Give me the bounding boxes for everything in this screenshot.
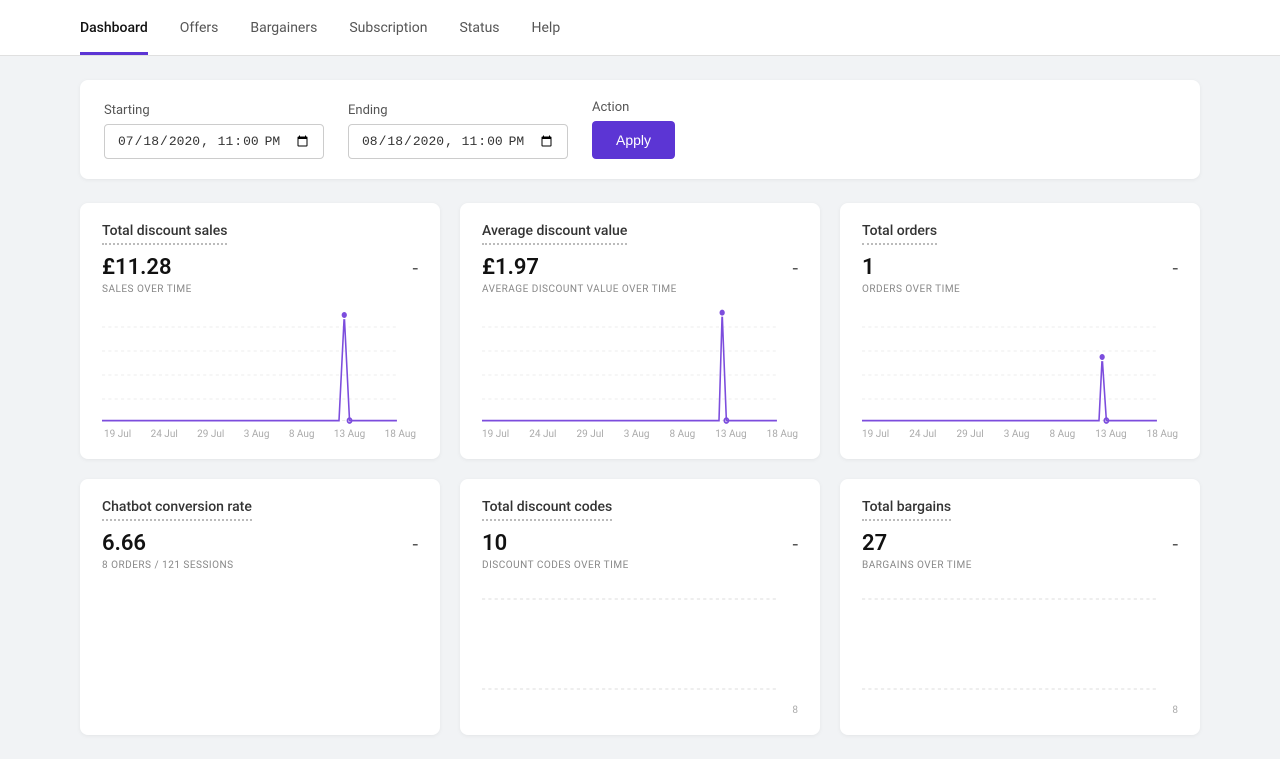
action-filter-group: Action Apply	[592, 100, 675, 159]
x-label-avg-6: 18 Aug	[767, 429, 798, 440]
card-title-chatbot-conversion-rate: Chatbot conversion rate	[102, 499, 252, 521]
y-label-bargains: 8	[1172, 705, 1178, 716]
nav-tabs: Dashboard Offers Bargainers Subscription…	[80, 0, 1200, 55]
card-total-bargains: Total bargains 27 - BARGAINS OVER TIME 8	[840, 479, 1200, 735]
x-label-avg-3: 3 Aug	[624, 429, 650, 440]
apply-button[interactable]: Apply	[592, 121, 675, 159]
starting-input[interactable]	[104, 124, 324, 159]
card-value-chatbot-conversion-rate: 6.66	[102, 531, 146, 556]
filter-card: Starting Ending Action Apply	[80, 80, 1200, 179]
card-dash-total-bargains[interactable]: -	[1172, 532, 1178, 556]
card-value-total-discount-sales: £11.28	[102, 255, 172, 280]
tab-subscription[interactable]: Subscription	[349, 0, 427, 55]
chart-area-average-discount-value: 19 Jul 24 Jul 29 Jul 3 Aug 8 Aug 13 Aug …	[482, 303, 798, 443]
card-subtitle-chatbot-conversion-rate: 8 ORDERS / 121 SESSIONS	[102, 560, 418, 571]
card-total-orders: Total orders 1 - ORDERS OVER TIME	[840, 203, 1200, 459]
card-title-total-orders: Total orders	[862, 223, 937, 245]
chart-area-total-bargains: 8	[862, 579, 1178, 719]
main-content: Starting Ending Action Apply Total disco…	[0, 56, 1280, 759]
chart-area-total-discount-sales: 19 Jul 24 Jul 29 Jul 3 Aug 8 Aug 13 Aug …	[102, 303, 418, 443]
x-label-ord-2: 29 Jul	[957, 429, 984, 440]
card-dash-total-discount-sales[interactable]: -	[412, 256, 418, 280]
ending-input[interactable]	[348, 124, 568, 159]
tab-dashboard[interactable]: Dashboard	[80, 0, 148, 55]
card-average-discount-value: Average discount value £1.97 - AVERAGE D…	[460, 203, 820, 459]
x-label-2: 29 Jul	[197, 429, 224, 440]
chart-svg-total-discount-sales	[102, 303, 418, 423]
card-dash-total-orders[interactable]: -	[1172, 256, 1178, 280]
card-subtitle-average-discount-value: AVERAGE DISCOUNT VALUE OVER TIME	[482, 284, 798, 295]
x-label-5: 13 Aug	[334, 429, 365, 440]
chart-svg-total-orders	[862, 303, 1178, 423]
x-label-avg-1: 24 Jul	[529, 429, 556, 440]
tab-help[interactable]: Help	[532, 0, 561, 55]
card-value-average-discount-value: £1.97	[482, 255, 539, 280]
x-label-ord-3: 3 Aug	[1004, 429, 1030, 440]
x-label-avg-2: 29 Jul	[577, 429, 604, 440]
card-subtitle-total-orders: ORDERS OVER TIME	[862, 284, 1178, 295]
x-label-4: 8 Aug	[289, 429, 315, 440]
x-label-ord-0: 19 Jul	[862, 429, 889, 440]
y-label-codes: 8	[792, 705, 798, 716]
x-label-3: 3 Aug	[244, 429, 270, 440]
card-value-total-bargains: 27	[862, 531, 887, 556]
cards-grid: Total discount sales £11.28 - SALES OVER…	[80, 203, 1200, 735]
x-label-avg-5: 13 Aug	[715, 429, 746, 440]
card-total-discount-codes: Total discount codes 10 - DISCOUNT CODES…	[460, 479, 820, 735]
card-value-total-orders: 1	[862, 255, 875, 280]
starting-filter-group: Starting	[104, 103, 324, 159]
x-label-avg-0: 19 Jul	[482, 429, 509, 440]
x-label-ord-4: 8 Aug	[1050, 429, 1076, 440]
ending-filter-group: Ending	[348, 103, 568, 159]
action-label: Action	[592, 100, 675, 115]
chart-area-total-orders: 19 Jul 24 Jul 29 Jul 3 Aug 8 Aug 13 Aug …	[862, 303, 1178, 443]
x-label-1: 24 Jul	[151, 429, 178, 440]
tab-bargainers[interactable]: Bargainers	[250, 0, 317, 55]
starting-label: Starting	[104, 103, 324, 118]
card-title-total-bargains: Total bargains	[862, 499, 951, 521]
chart-svg-total-bargains	[862, 579, 1178, 699]
card-total-discount-sales: Total discount sales £11.28 - SALES OVER…	[80, 203, 440, 459]
card-dash-chatbot-conversion-rate[interactable]: -	[412, 532, 418, 556]
chart-area-total-discount-codes: 8	[482, 579, 798, 719]
card-title-total-discount-sales: Total discount sales	[102, 223, 227, 245]
card-subtitle-total-discount-sales: SALES OVER TIME	[102, 284, 418, 295]
card-title-total-discount-codes: Total discount codes	[482, 499, 612, 521]
card-title-average-discount-value: Average discount value	[482, 223, 627, 245]
x-label-ord-5: 13 Aug	[1095, 429, 1126, 440]
x-label-6: 18 Aug	[385, 429, 416, 440]
chart-svg-average-discount-value	[482, 303, 798, 423]
card-value-total-discount-codes: 10	[482, 531, 507, 556]
tab-offers[interactable]: Offers	[180, 0, 219, 55]
x-label-ord-1: 24 Jul	[909, 429, 936, 440]
tab-status[interactable]: Status	[459, 0, 499, 55]
card-dash-average-discount-value[interactable]: -	[792, 256, 798, 280]
x-label-0: 19 Jul	[104, 429, 131, 440]
top-navigation: Dashboard Offers Bargainers Subscription…	[0, 0, 1280, 56]
card-subtitle-total-discount-codes: DISCOUNT CODES OVER TIME	[482, 560, 798, 571]
card-dash-total-discount-codes[interactable]: -	[792, 532, 798, 556]
card-subtitle-total-bargains: BARGAINS OVER TIME	[862, 560, 1178, 571]
ending-label: Ending	[348, 103, 568, 118]
x-label-avg-4: 8 Aug	[670, 429, 696, 440]
card-chatbot-conversion-rate: Chatbot conversion rate 6.66 - 8 ORDERS …	[80, 479, 440, 735]
chart-svg-total-discount-codes	[482, 579, 798, 699]
x-label-ord-6: 18 Aug	[1147, 429, 1178, 440]
